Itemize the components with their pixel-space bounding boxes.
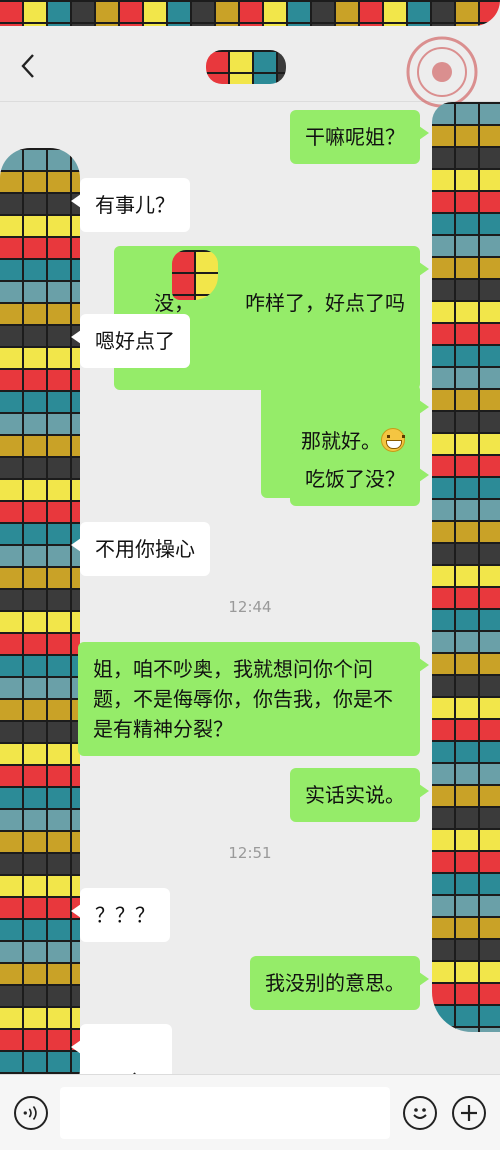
emoji-button[interactable] — [403, 1096, 437, 1130]
input-bar — [0, 1074, 500, 1150]
status-bar — [0, 0, 500, 30]
voice-icon — [23, 1105, 37, 1121]
contact-name-redacted — [206, 50, 286, 84]
message-bubble-sent[interactable]: 实话实说。 — [290, 768, 429, 822]
message-bubble-received[interactable]: 有事儿？ — [71, 178, 190, 232]
timestamp: 12:51 — [228, 844, 272, 862]
message-text: 那就好。 — [301, 429, 381, 453]
avatar-redaction-left — [0, 148, 80, 1108]
message-bubble-sent[interactable]: 我没别的意思。 — [250, 956, 429, 1010]
back-button[interactable] — [14, 52, 42, 80]
message-bubble-sent[interactable]: 姐，咱不吵奥，我就想问你个问 题，不是侮辱你，你告我，你是不 是有精神分裂？ — [78, 642, 429, 756]
watermark-logo-icon — [406, 36, 478, 108]
message-input[interactable] — [60, 1087, 390, 1139]
voice-input-button[interactable] — [14, 1096, 48, 1130]
add-button[interactable] — [452, 1096, 486, 1130]
message-bubble-sent[interactable]: 吃饭了没？ — [290, 452, 429, 506]
text-redaction — [171, 250, 218, 300]
plus-icon — [461, 1105, 477, 1121]
timestamp: 12:44 — [228, 598, 272, 616]
message-bubble-sent[interactable]: 干嘛呢姐？ — [290, 110, 429, 164]
message-bubble-received[interactable]: ？？？ — [71, 888, 170, 942]
emoji-icon — [413, 1108, 427, 1119]
avatar-redaction-right — [432, 102, 500, 1032]
message-list[interactable]: 干嘛呢姐？ 有事儿？ 没， 咋样了，好点了吗 嗯好点了 那就好。 吃饭了没？ 不… — [0, 102, 500, 1150]
chevron-left-icon — [21, 54, 34, 78]
redaction-mosaic — [0, 0, 500, 26]
grin-emoji-icon — [381, 428, 405, 452]
message-bubble-received[interactable]: 嗯好点了 — [71, 314, 190, 368]
message-bubble-received[interactable]: 不用你操心 — [71, 522, 210, 576]
chat-header — [0, 30, 500, 108]
